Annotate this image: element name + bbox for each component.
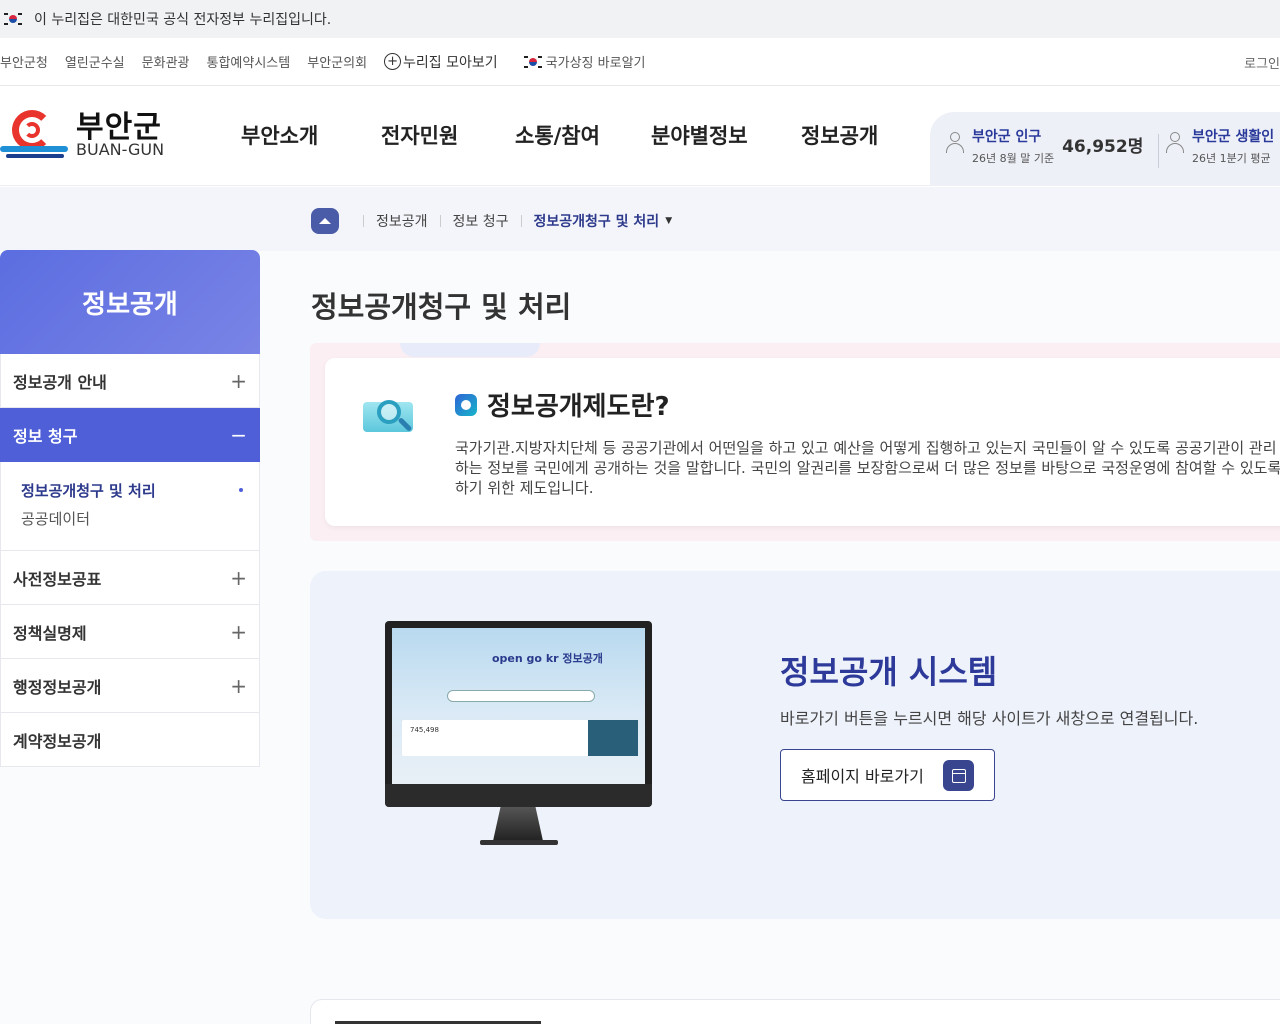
side-menu-item-prior-disclosure[interactable]: 사전정보공표 +: [0, 551, 260, 605]
chevron-down-icon[interactable]: ▼: [665, 216, 672, 226]
breadcrumb-item[interactable]: 정보공개: [376, 211, 428, 231]
util-link-reservation[interactable]: 통합예약시스템: [207, 52, 291, 71]
stat-population-value: 46,952명: [1062, 137, 1144, 157]
korea-flag-icon: [523, 55, 542, 69]
minus-icon: −: [230, 422, 247, 447]
breadcrumb-item[interactable]: 정보 청구: [453, 211, 509, 231]
util-link-tourism[interactable]: 문화관광: [142, 52, 190, 71]
plus-icon: +: [230, 565, 247, 590]
system-section: open go kr 정보공개 745,498 정보공개 시스템 바로가기 버튼…: [310, 571, 1280, 919]
login-link[interactable]: 로그인: [1244, 53, 1280, 72]
side-menu-item-request[interactable]: 정보 청구 −: [0, 408, 260, 462]
util-link-council[interactable]: 부안군의회: [307, 52, 367, 71]
person-icon: [1166, 132, 1184, 154]
stat-population-sub: 26년 8월 말 기준: [972, 152, 1055, 165]
magnifier-icon: [363, 396, 419, 444]
side-menu: 정보공개 정보공개 안내 + 정보 청구 − 정보공개청구 및 처리 공공데이터…: [0, 250, 260, 767]
search-bar-illustration: [447, 690, 595, 702]
gov-banner: 이 누리집은 대한민국 공식 전자정부 누리집입니다.: [0, 0, 1280, 38]
side-submenu-item-public-data[interactable]: 공공데이터: [21, 504, 239, 532]
system-description: 바로가기 버튼을 누르시면 해당 사이트가 새창으로 연결됩니다.: [780, 709, 1199, 728]
page-title: 정보공개청구 및 처리: [311, 290, 572, 324]
national-symbol-label: 국가상징 바로알기: [545, 56, 646, 71]
intro-heading: 정보공개제도란?: [455, 386, 670, 423]
monitor-illustration: open go kr 정보공개 745,498: [385, 621, 652, 857]
stat-population-label: 부안군 인구: [972, 129, 1042, 145]
intro-text: 국가기관.지방자치단체 등 공공기관에서 어떤일을 하고 있고 예산을 어떻게 …: [455, 439, 1280, 497]
logo-english: BUAN-GUN: [76, 140, 165, 159]
gnb-item-disclosure[interactable]: 정보공개: [801, 120, 878, 150]
bullet-icon: [455, 393, 477, 416]
monitor-stat: 745,498: [410, 726, 439, 734]
site-header: 부안군 BUAN-GUN 부안소개 전자민원 소통/참여 분야별정보 정보공개 …: [0, 86, 1280, 186]
nurijip-all-link[interactable]: + 누리집 모아보기: [384, 52, 498, 72]
stat-living-sub: 26년 1분기 평균: [1192, 152, 1271, 165]
plus-icon: +: [230, 619, 247, 644]
stat-living: 부안군 생활인 26년 1분기 평균: [1166, 126, 1274, 166]
stats-panel: 부안군 인구 26년 8월 말 기준 46,952명 부안군 생활인 26년 1…: [930, 112, 1280, 186]
gnb-item-civil[interactable]: 전자민원: [381, 120, 458, 150]
breadcrumb-current[interactable]: 정보공개청구 및 처리: [534, 211, 660, 231]
site-logo[interactable]: 부안군 BUAN-GUN: [0, 102, 170, 162]
new-window-icon: [943, 760, 974, 791]
plus-circle-icon: +: [384, 53, 402, 70]
next-section-card: [310, 999, 1280, 1024]
gov-banner-text: 이 누리집은 대한민국 공식 전자정부 누리집입니다.: [34, 12, 332, 28]
util-link-governor[interactable]: 열린군수실: [65, 52, 125, 71]
stat-living-label: 부안군 생활인: [1192, 129, 1275, 145]
side-submenu: 정보공개청구 및 처리 공공데이터: [0, 462, 260, 551]
utility-bar: 부안군청 열린군수실 문화관광 통합예약시스템 부안군의회 + 누리집 모아보기…: [0, 38, 1280, 86]
korea-flag-icon: [4, 12, 22, 26]
util-link-buan-office[interactable]: 부안군청: [0, 52, 48, 71]
gnb-item-field-info[interactable]: 분야별정보: [651, 120, 748, 150]
breadcrumb: 정보공개 정보 청구 정보공개청구 및 처리 ▼: [311, 208, 672, 234]
active-dot-icon: [239, 488, 243, 492]
intro-card: 정보공개제도란? 국가기관.지방자치단체 등 공공기관에서 어떤일을 하고 있고…: [325, 358, 1280, 526]
side-menu-item-guide[interactable]: 정보공개 안내 +: [0, 354, 260, 408]
side-menu-title: 정보공개: [0, 250, 260, 354]
monitor-brand: open go kr 정보공개: [492, 652, 603, 665]
stat-population: 부안군 인구 26년 8월 말 기준 46,952명: [946, 126, 1143, 166]
nurijip-all-label: 누리집 모아보기: [403, 54, 498, 71]
side-submenu-item-request-process[interactable]: 정보공개청구 및 처리: [21, 476, 243, 504]
home-icon[interactable]: [311, 208, 339, 234]
plus-icon: +: [230, 673, 247, 698]
plus-icon: +: [230, 368, 247, 393]
national-symbol-link[interactable]: 국가상징 바로알기: [523, 52, 646, 71]
side-menu-item-contract-info[interactable]: 계약정보공개: [0, 713, 260, 767]
side-menu-item-policy-real-name[interactable]: 정책실명제 +: [0, 605, 260, 659]
gnb-item-intro[interactable]: 부안소개: [241, 120, 318, 150]
system-title: 정보공개 시스템: [780, 653, 998, 691]
homepage-link-button[interactable]: 홈페이지 바로가기: [780, 749, 995, 801]
person-icon: [946, 132, 964, 154]
gnb-item-participation[interactable]: 소통/참여: [515, 120, 600, 150]
side-menu-item-admin-info[interactable]: 행정정보공개 +: [0, 659, 260, 713]
